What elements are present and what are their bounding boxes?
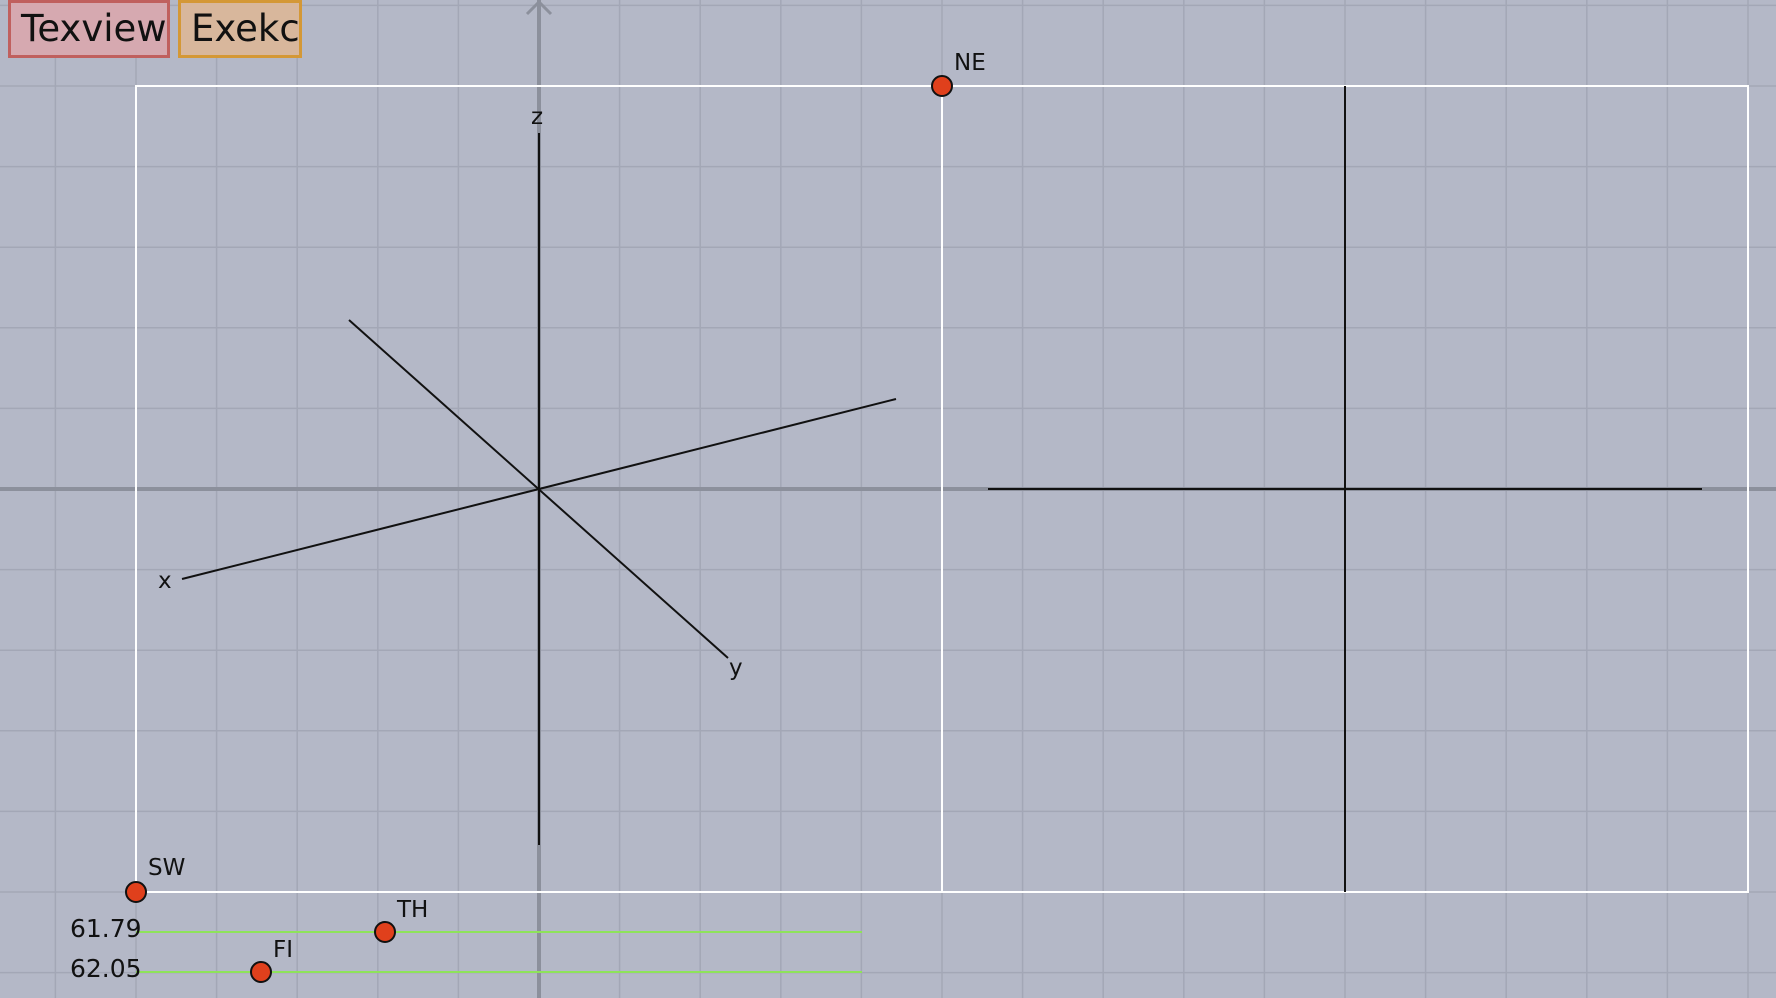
- drawing-canvas[interactable]: z x y 61.79 62.05 NE SW TH FI: [0, 0, 1776, 998]
- handle-ne[interactable]: [931, 75, 953, 97]
- handle-fi-label: FI: [273, 937, 293, 963]
- axis3d-y-label: y: [729, 655, 743, 681]
- handle-sw-label: SW: [148, 855, 185, 881]
- handle-sw[interactable]: [125, 881, 147, 903]
- handle-ne-label: NE: [954, 50, 986, 76]
- exekc-button[interactable]: Exekc: [178, 0, 302, 58]
- viewport: z x y 61.79 62.05 NE SW TH FI Texview Ex…: [0, 0, 1776, 998]
- axis3d-x-label: x: [158, 568, 172, 594]
- handle-fi[interactable]: [250, 961, 272, 983]
- handle-th[interactable]: [374, 921, 396, 943]
- slider-th-value: 61.79: [70, 914, 142, 943]
- handle-th-label: TH: [396, 897, 428, 923]
- slider-fi-value: 62.05: [70, 954, 142, 983]
- axis3d-z-label: z: [531, 104, 543, 130]
- background-grid: [0, 0, 1776, 998]
- texview-button[interactable]: Texview: [8, 0, 170, 58]
